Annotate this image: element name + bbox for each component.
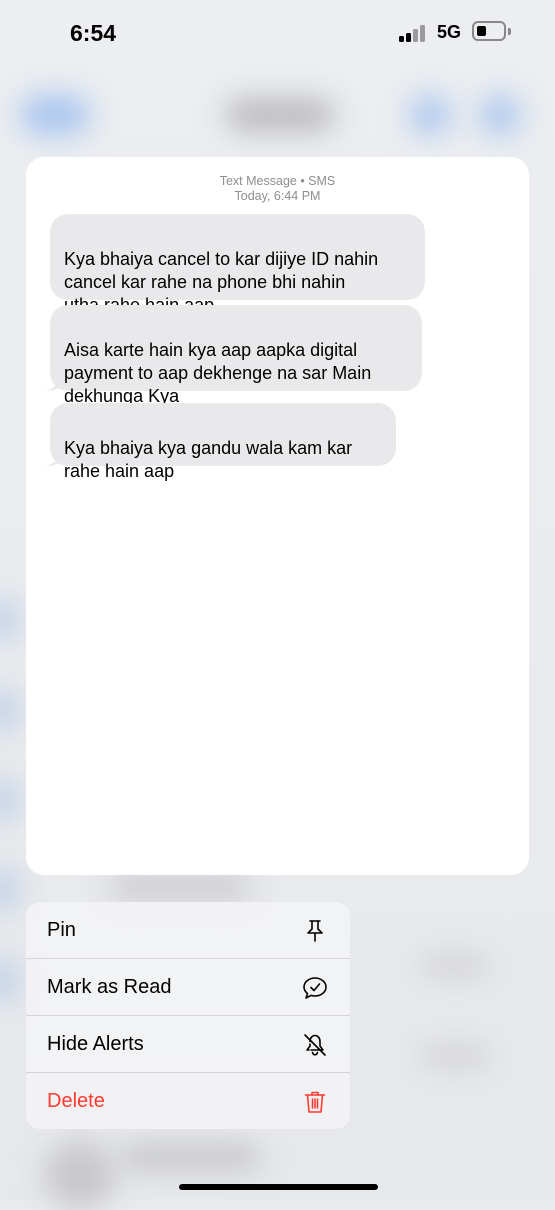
status-time: 6:54 [70, 20, 117, 46]
cellular-signal-icon [399, 24, 429, 42]
menu-item-mark-as-read[interactable]: Mark as Read [26, 959, 350, 1016]
background-blur-shape [20, 95, 90, 135]
bubble-tail-icon [45, 452, 61, 466]
message-type: Text Message • SMS [219, 174, 336, 188]
context-menu: Pin Mark as Read Hide Alerts Delete [26, 902, 350, 1129]
status-bar: 6:54 5G [0, 0, 555, 70]
menu-item-label: Hide Alerts [47, 1033, 144, 1055]
background-blur-shape [0, 870, 16, 910]
menu-item-label: Mark as Read [47, 976, 172, 998]
background-blur-shape [0, 690, 16, 730]
message-timestamp: Today, 6:44 PM [234, 189, 321, 203]
pin-icon [307, 920, 323, 942]
menu-item-label: Pin [47, 919, 76, 941]
background-blur-shape [420, 1045, 490, 1067]
menu-item-hide-alerts[interactable]: Hide Alerts [26, 1016, 350, 1073]
message-meta: Text Message • SMS Today, 6:44 PM [26, 174, 529, 204]
background-blur-shape [420, 955, 490, 977]
background-blur-shape [110, 875, 250, 899]
background-blur-shape [0, 600, 16, 640]
background-blur-shape [120, 1145, 260, 1169]
message-preview[interactable]: Text Message • SMS Today, 6:44 PM Kya bh… [26, 157, 529, 875]
network-type: 5G [437, 22, 462, 42]
background-blur-shape [410, 95, 450, 135]
background-blur-shape [0, 960, 16, 1000]
menu-item-pin[interactable]: Pin [26, 902, 350, 959]
menu-item-delete[interactable]: Delete [26, 1073, 350, 1129]
bell-slash-icon [304, 1034, 326, 1056]
message-bubble: Kya bhaiya kya gandu wala kam kar rahe h… [45, 403, 396, 481]
background-blur-shape [0, 780, 16, 820]
message-check-icon [303, 977, 327, 999]
menu-item-label: Delete [47, 1090, 105, 1112]
message-bubble: Aisa karte hain kya aap aapka digital pa… [45, 305, 422, 406]
message-text: Aisa karte hain kya aap aapka digital pa… [64, 340, 372, 406]
battery-tip [508, 28, 511, 35]
trash-icon [304, 1091, 326, 1113]
background-blur-shape [225, 98, 335, 132]
home-indicator[interactable] [179, 1184, 378, 1190]
bubble-tail-icon [45, 377, 61, 391]
battery-icon [472, 21, 506, 41]
message-text: Kya bhaiya kya gandu wala kam kar rahe h… [64, 438, 353, 481]
background-blur-shape [480, 95, 520, 135]
message-bubble: Kya bhaiya cancel to kar dijiye ID nahin… [50, 214, 425, 315]
